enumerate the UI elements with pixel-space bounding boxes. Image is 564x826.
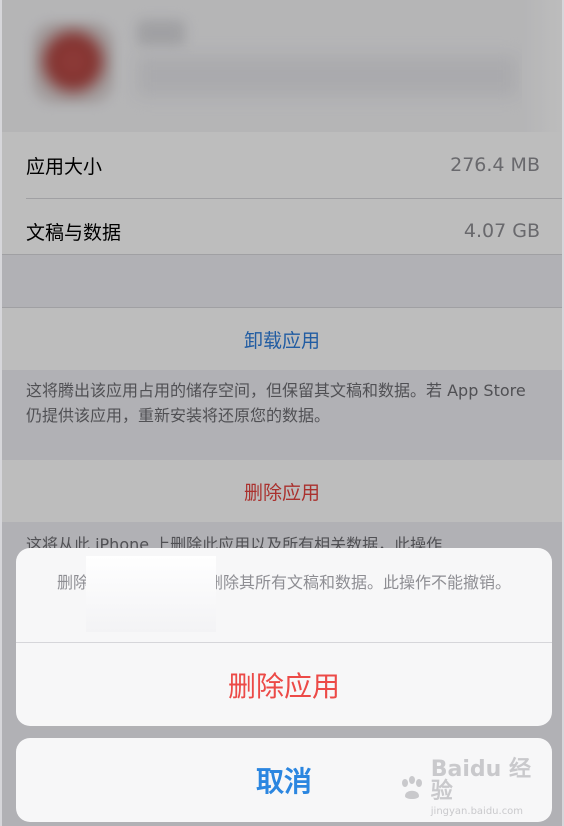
action-sheet: 删除 删除其所有文稿和数据。此操作不能撤销。 删除应用	[16, 548, 552, 726]
action-sheet-message-start: 删除	[56, 573, 89, 592]
action-sheet-message: 删除 删除其所有文稿和数据。此操作不能撤销。	[16, 548, 552, 642]
redacted-app-name	[86, 556, 216, 632]
watermark-main-text: Baidu 经验	[430, 757, 531, 804]
baidu-watermark: Baidu 经验 jingyan.baidu.com	[398, 759, 548, 817]
confirm-delete-app-button[interactable]: 删除应用	[16, 643, 552, 726]
baidu-paw-icon	[398, 773, 427, 803]
action-sheet-message-rest: 删除其所有文稿和数据。此操作不能撤销。	[207, 573, 512, 592]
watermark-text: Baidu 经验 jingyan.baidu.com	[431, 759, 548, 817]
screen: 应用大小 276.4 MB 文稿与数据 4.07 GB 卸载应用 这将腾出该应用…	[0, 0, 564, 826]
watermark-sub-text: jingyan.baidu.com	[430, 806, 524, 817]
